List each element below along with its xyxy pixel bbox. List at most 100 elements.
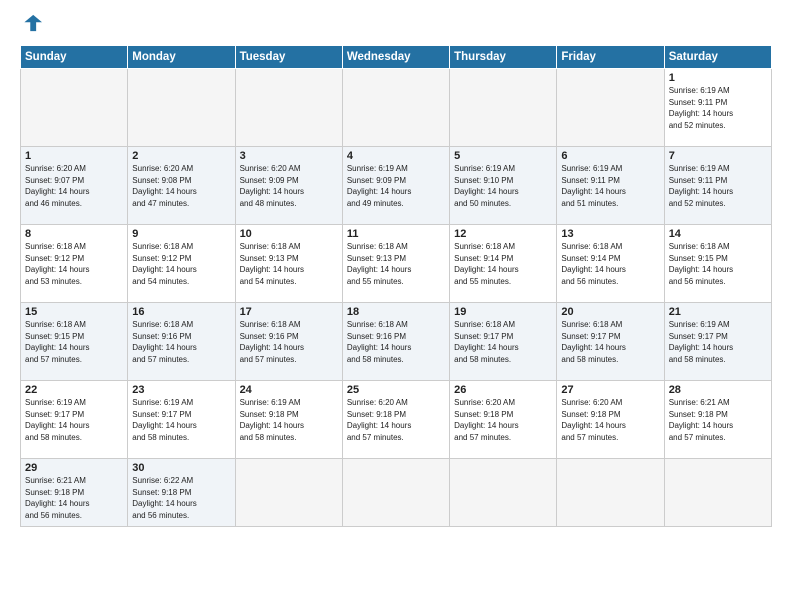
day-info: Sunrise: 6:20 AMSunset: 9:18 PMDaylight:… [347, 397, 445, 443]
day-info: Sunrise: 6:22 AMSunset: 9:18 PMDaylight:… [132, 475, 230, 521]
day-info: Sunrise: 6:20 AMSunset: 9:07 PMDaylight:… [25, 163, 123, 209]
calendar-cell: 19Sunrise: 6:18 AMSunset: 9:17 PMDayligh… [450, 303, 557, 381]
day-info: Sunrise: 6:19 AMSunset: 9:10 PMDaylight:… [454, 163, 552, 209]
day-info: Sunrise: 6:19 AMSunset: 9:17 PMDaylight:… [132, 397, 230, 443]
calendar-cell [128, 69, 235, 147]
calendar-cell: 21Sunrise: 6:19 AMSunset: 9:17 PMDayligh… [664, 303, 771, 381]
day-info: Sunrise: 6:18 AMSunset: 9:14 PMDaylight:… [454, 241, 552, 287]
logo [20, 16, 44, 39]
calendar-cell: 25Sunrise: 6:20 AMSunset: 9:18 PMDayligh… [342, 381, 449, 459]
day-number: 3 [240, 150, 338, 162]
day-number: 29 [25, 462, 123, 474]
day-info: Sunrise: 6:19 AMSunset: 9:17 PMDaylight:… [669, 319, 767, 365]
calendar-cell: 3Sunrise: 6:20 AMSunset: 9:09 PMDaylight… [235, 147, 342, 225]
day-header: Monday [128, 46, 235, 69]
calendar-cell: 27Sunrise: 6:20 AMSunset: 9:18 PMDayligh… [557, 381, 664, 459]
header [20, 16, 772, 39]
calendar-cell: 1Sunrise: 6:19 AMSunset: 9:11 PMDaylight… [664, 69, 771, 147]
calendar-cell: 30Sunrise: 6:22 AMSunset: 9:18 PMDayligh… [128, 459, 235, 527]
calendar-cell [557, 459, 664, 527]
calendar-cell: 16Sunrise: 6:18 AMSunset: 9:16 PMDayligh… [128, 303, 235, 381]
calendar-cell [557, 69, 664, 147]
calendar-cell: 17Sunrise: 6:18 AMSunset: 9:16 PMDayligh… [235, 303, 342, 381]
day-number: 1 [669, 72, 767, 84]
day-number: 7 [669, 150, 767, 162]
day-number: 16 [132, 306, 230, 318]
day-number: 30 [132, 462, 230, 474]
day-number: 12 [454, 228, 552, 240]
day-info: Sunrise: 6:19 AMSunset: 9:09 PMDaylight:… [347, 163, 445, 209]
day-number: 26 [454, 384, 552, 396]
day-number: 5 [454, 150, 552, 162]
calendar-cell: 26Sunrise: 6:20 AMSunset: 9:18 PMDayligh… [450, 381, 557, 459]
day-number: 19 [454, 306, 552, 318]
calendar-cell: 13Sunrise: 6:18 AMSunset: 9:14 PMDayligh… [557, 225, 664, 303]
calendar-cell: 20Sunrise: 6:18 AMSunset: 9:17 PMDayligh… [557, 303, 664, 381]
calendar-cell: 22Sunrise: 6:19 AMSunset: 9:17 PMDayligh… [21, 381, 128, 459]
calendar-cell: 18Sunrise: 6:18 AMSunset: 9:16 PMDayligh… [342, 303, 449, 381]
day-number: 20 [561, 306, 659, 318]
calendar-cell: 29Sunrise: 6:21 AMSunset: 9:18 PMDayligh… [21, 459, 128, 527]
calendar-cell [342, 459, 449, 527]
calendar-cell: 4Sunrise: 6:19 AMSunset: 9:09 PMDaylight… [342, 147, 449, 225]
calendar-cell [21, 69, 128, 147]
day-info: Sunrise: 6:21 AMSunset: 9:18 PMDaylight:… [669, 397, 767, 443]
calendar-cell: 24Sunrise: 6:19 AMSunset: 9:18 PMDayligh… [235, 381, 342, 459]
day-info: Sunrise: 6:20 AMSunset: 9:18 PMDaylight:… [561, 397, 659, 443]
day-number: 6 [561, 150, 659, 162]
day-info: Sunrise: 6:19 AMSunset: 9:11 PMDaylight:… [669, 163, 767, 209]
calendar-cell: 8Sunrise: 6:18 AMSunset: 9:12 PMDaylight… [21, 225, 128, 303]
calendar-cell: 6Sunrise: 6:19 AMSunset: 9:11 PMDaylight… [557, 147, 664, 225]
logo-icon [20, 12, 42, 34]
day-header: Thursday [450, 46, 557, 69]
day-number: 18 [347, 306, 445, 318]
day-number: 2 [132, 150, 230, 162]
day-number: 1 [25, 150, 123, 162]
calendar-cell: 15Sunrise: 6:18 AMSunset: 9:15 PMDayligh… [21, 303, 128, 381]
calendar-cell: 10Sunrise: 6:18 AMSunset: 9:13 PMDayligh… [235, 225, 342, 303]
day-number: 9 [132, 228, 230, 240]
day-number: 13 [561, 228, 659, 240]
calendar-cell [450, 459, 557, 527]
day-info: Sunrise: 6:19 AMSunset: 9:17 PMDaylight:… [25, 397, 123, 443]
day-info: Sunrise: 6:18 AMSunset: 9:13 PMDaylight:… [347, 241, 445, 287]
calendar-cell [450, 69, 557, 147]
day-number: 15 [25, 306, 123, 318]
day-info: Sunrise: 6:20 AMSunset: 9:09 PMDaylight:… [240, 163, 338, 209]
day-info: Sunrise: 6:18 AMSunset: 9:17 PMDaylight:… [454, 319, 552, 365]
calendar-cell: 2Sunrise: 6:20 AMSunset: 9:08 PMDaylight… [128, 147, 235, 225]
day-number: 25 [347, 384, 445, 396]
calendar-cell [342, 69, 449, 147]
day-header: Tuesday [235, 46, 342, 69]
day-number: 10 [240, 228, 338, 240]
day-info: Sunrise: 6:18 AMSunset: 9:13 PMDaylight:… [240, 241, 338, 287]
calendar-cell: 28Sunrise: 6:21 AMSunset: 9:18 PMDayligh… [664, 381, 771, 459]
day-info: Sunrise: 6:18 AMSunset: 9:12 PMDaylight:… [132, 241, 230, 287]
calendar-cell [664, 459, 771, 527]
day-info: Sunrise: 6:18 AMSunset: 9:15 PMDaylight:… [669, 241, 767, 287]
calendar-table: SundayMondayTuesdayWednesdayThursdayFrid… [20, 45, 772, 527]
day-info: Sunrise: 6:21 AMSunset: 9:18 PMDaylight:… [25, 475, 123, 521]
day-info: Sunrise: 6:20 AMSunset: 9:18 PMDaylight:… [454, 397, 552, 443]
day-number: 27 [561, 384, 659, 396]
day-number: 14 [669, 228, 767, 240]
calendar-cell: 9Sunrise: 6:18 AMSunset: 9:12 PMDaylight… [128, 225, 235, 303]
day-header: Friday [557, 46, 664, 69]
calendar-cell: 12Sunrise: 6:18 AMSunset: 9:14 PMDayligh… [450, 225, 557, 303]
day-info: Sunrise: 6:19 AMSunset: 9:11 PMDaylight:… [561, 163, 659, 209]
day-info: Sunrise: 6:19 AMSunset: 9:11 PMDaylight:… [669, 85, 767, 131]
calendar-cell [235, 459, 342, 527]
day-info: Sunrise: 6:19 AMSunset: 9:18 PMDaylight:… [240, 397, 338, 443]
day-number: 8 [25, 228, 123, 240]
day-header: Wednesday [342, 46, 449, 69]
day-info: Sunrise: 6:18 AMSunset: 9:14 PMDaylight:… [561, 241, 659, 287]
day-number: 22 [25, 384, 123, 396]
calendar-cell: 23Sunrise: 6:19 AMSunset: 9:17 PMDayligh… [128, 381, 235, 459]
calendar-cell: 11Sunrise: 6:18 AMSunset: 9:13 PMDayligh… [342, 225, 449, 303]
calendar-cell [235, 69, 342, 147]
day-info: Sunrise: 6:20 AMSunset: 9:08 PMDaylight:… [132, 163, 230, 209]
day-info: Sunrise: 6:18 AMSunset: 9:16 PMDaylight:… [132, 319, 230, 365]
day-number: 4 [347, 150, 445, 162]
calendar-cell: 14Sunrise: 6:18 AMSunset: 9:15 PMDayligh… [664, 225, 771, 303]
day-info: Sunrise: 6:18 AMSunset: 9:16 PMDaylight:… [347, 319, 445, 365]
